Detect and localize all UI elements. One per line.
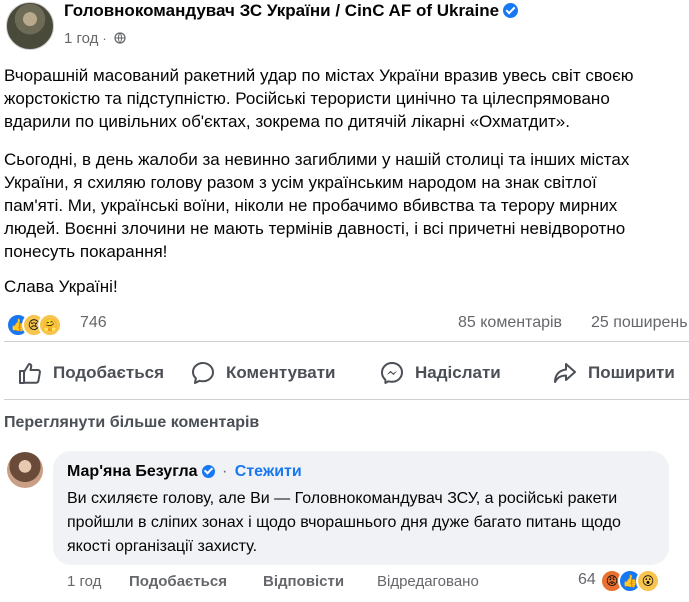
post-paragraph-1: Вчорашній масований ракетний удар по міс… bbox=[4, 66, 634, 131]
comment-edited-label: Відредаговано bbox=[377, 573, 479, 590]
comment-button[interactable]: Коментувати bbox=[190, 352, 336, 394]
shares-count[interactable]: 25 поширень bbox=[591, 314, 688, 332]
divider bbox=[4, 399, 689, 400]
send-button-label: Надіслати bbox=[415, 363, 501, 382]
view-more-comments-link[interactable]: Переглянути більше коментарів bbox=[4, 414, 259, 432]
follow-link[interactable]: Стежити bbox=[235, 463, 302, 480]
comment-time[interactable]: 1 год bbox=[67, 573, 101, 590]
comment-author-name[interactable]: Мар'яна Безугла bbox=[67, 463, 198, 480]
send-button[interactable]: Надіслати bbox=[379, 352, 501, 394]
reactions-count[interactable]: 746 bbox=[80, 314, 107, 332]
wow-icon: 😮 bbox=[636, 569, 660, 593]
separator-dot: · bbox=[102, 31, 107, 46]
author-avatar[interactable] bbox=[6, 2, 54, 50]
post-paragraph-3: Слава Україні! bbox=[4, 277, 118, 296]
comment-header: Мар'яна Безугла · Стежити bbox=[67, 463, 302, 481]
share-button[interactable]: Поширити bbox=[552, 352, 675, 394]
verified-badge-icon bbox=[201, 465, 215, 478]
like-button-label: Подобається bbox=[53, 363, 165, 382]
comment-icon bbox=[192, 362, 214, 384]
post-author-name[interactable]: Головнокомандувач ЗС України / CinC AF o… bbox=[64, 1, 499, 20]
care-icon: 🤗 bbox=[38, 313, 62, 337]
messenger-icon bbox=[381, 362, 403, 384]
comments-count[interactable]: 85 коментарів bbox=[458, 314, 562, 332]
like-button[interactable]: Подобається bbox=[17, 352, 164, 394]
comment-text: Ви схиляєте голову, але Ви — Головнокома… bbox=[67, 490, 621, 555]
comment-reactions-count[interactable]: 64 bbox=[578, 571, 596, 589]
reaction-icons[interactable]: 👍 😢 🤗 bbox=[6, 313, 76, 337]
comment-like-link[interactable]: Подобається bbox=[129, 573, 227, 590]
post-time[interactable]: 1 год bbox=[64, 30, 98, 47]
verified-badge-icon bbox=[503, 3, 519, 18]
comment-button-label: Коментувати bbox=[226, 363, 336, 382]
share-button-label: Поширити bbox=[588, 363, 675, 382]
divider bbox=[4, 341, 689, 342]
globe-icon bbox=[114, 32, 126, 44]
post-meta: 1 год · bbox=[64, 30, 126, 47]
share-arrow-icon bbox=[554, 363, 576, 383]
post-author[interactable]: Головнокомандувач ЗС України / CinC AF o… bbox=[64, 1, 519, 21]
thumbs-up-icon bbox=[19, 363, 41, 384]
separator-dot: · bbox=[221, 463, 232, 480]
post-paragraph-2: Сьогодні, в день жалоби за невинно загиб… bbox=[4, 150, 630, 261]
comment-reply-link[interactable]: Відповісти bbox=[263, 573, 344, 590]
commenter-avatar[interactable] bbox=[7, 452, 43, 488]
comment-reaction-icons[interactable]: 😡 👍 😮 bbox=[600, 569, 668, 593]
